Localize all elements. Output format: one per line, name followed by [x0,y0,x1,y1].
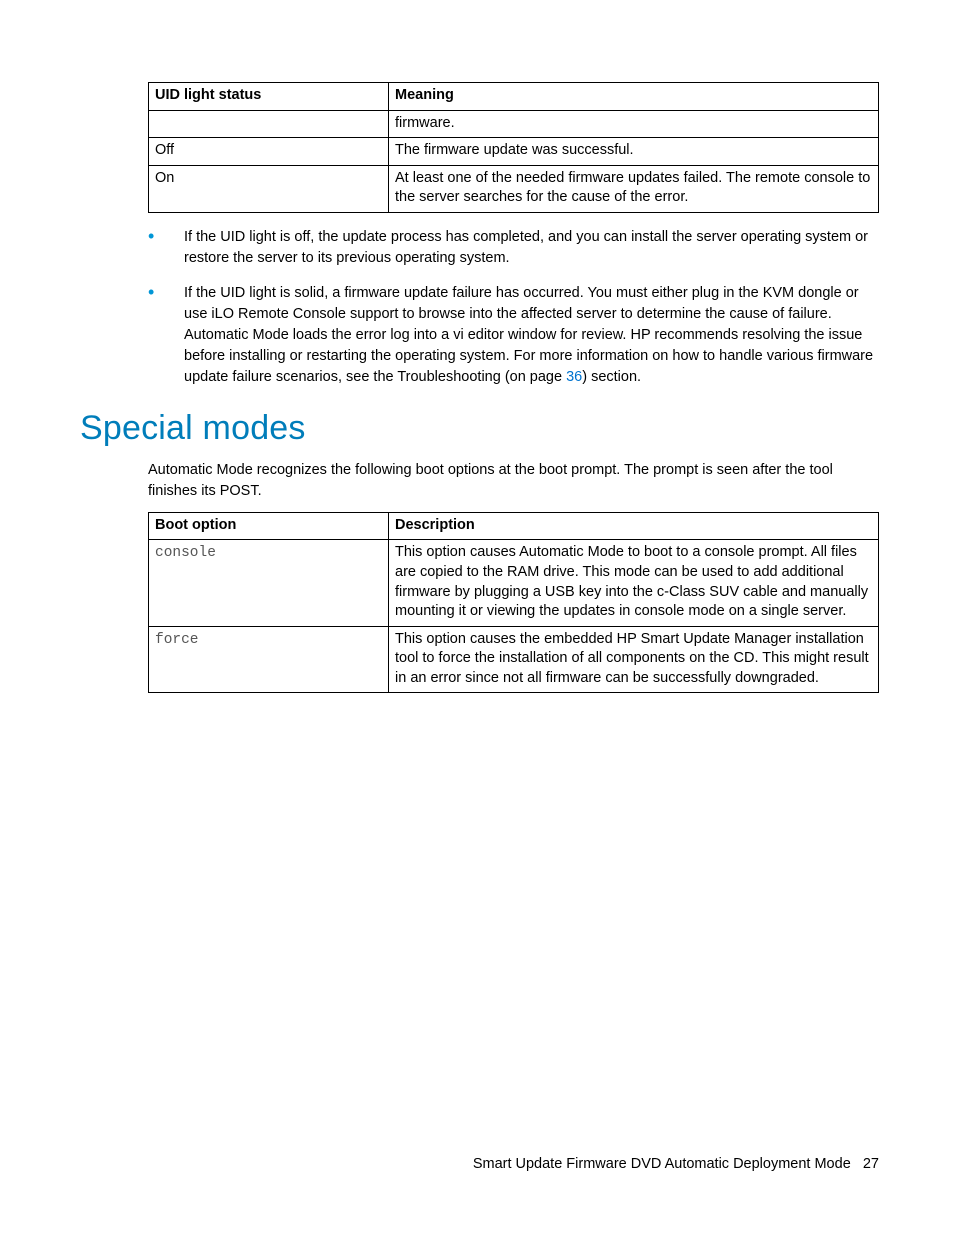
list-item: If the UID light is off, the update proc… [148,227,879,269]
page-footer: Smart Update Firmware DVD Automatic Depl… [473,1155,879,1175]
table-row: Off The firmware update was successful. [149,138,879,166]
cell-status: On [149,165,389,212]
cell-status [149,110,389,138]
bullet-text-post: ) section. [582,369,641,385]
bullet-text-pre: If the UID light is solid, a firmware up… [184,285,873,385]
cell-option: force [149,626,389,693]
uid-header-meaning: Meaning [389,83,879,111]
section-heading-special-modes: Special modes [80,406,879,452]
cell-meaning: At least one of the needed firmware upda… [389,165,879,212]
uid-header-status: UID light status [149,83,389,111]
bullet-text: If the UID light is off, the update proc… [184,229,868,266]
cell-status: Off [149,138,389,166]
cell-desc: This option causes Automatic Mode to boo… [389,540,879,626]
table-header-row: Boot option Description [149,512,879,540]
footer-page-number: 27 [863,1156,879,1172]
bullet-list: If the UID light is off, the update proc… [148,227,879,388]
cell-option: console [149,540,389,626]
table-header-row: UID light status Meaning [149,83,879,111]
page-link-36[interactable]: 36 [566,369,582,385]
table-row: firmware. [149,110,879,138]
boot-option-table: Boot option Description console This opt… [148,512,879,694]
boot-header-option: Boot option [149,512,389,540]
boot-header-desc: Description [389,512,879,540]
cell-desc: This option causes the embedded HP Smart… [389,626,879,693]
list-item: If the UID light is solid, a firmware up… [148,283,879,388]
uid-status-table: UID light status Meaning firmware. Off T… [148,82,879,213]
uid-table-wrap: UID light status Meaning firmware. Off T… [148,82,879,213]
cell-meaning: The firmware update was successful. [389,138,879,166]
option-code: console [155,545,216,561]
table-row: force This option causes the embedded HP… [149,626,879,693]
table-row: On At least one of the needed firmware u… [149,165,879,212]
page-content: UID light status Meaning firmware. Off T… [80,82,879,707]
option-code: force [155,632,199,648]
footer-title: Smart Update Firmware DVD Automatic Depl… [473,1156,851,1172]
table-row: console This option causes Automatic Mod… [149,540,879,626]
cell-meaning: firmware. [389,110,879,138]
boot-table-wrap: Boot option Description console This opt… [148,512,879,694]
section-intro: Automatic Mode recognizes the following … [148,460,879,502]
